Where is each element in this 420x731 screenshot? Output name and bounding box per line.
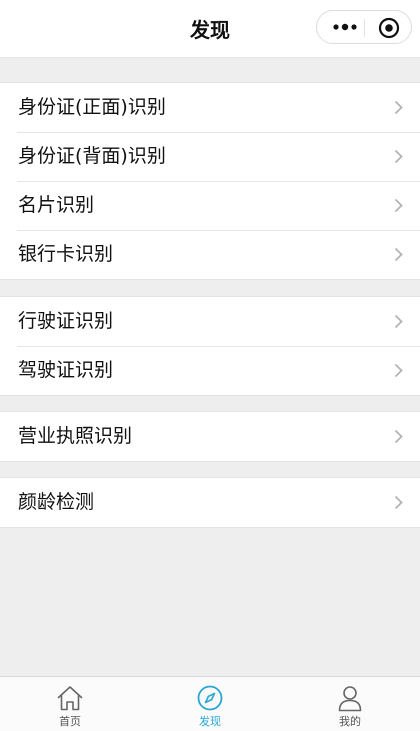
chevron-right-icon bbox=[394, 495, 403, 510]
user-icon bbox=[338, 686, 362, 712]
tab-discover[interactable]: 发现 bbox=[140, 677, 280, 731]
tab-profile[interactable]: 我的 bbox=[280, 677, 420, 731]
tab-label: 首页 bbox=[59, 715, 81, 728]
menu-group-business: 营业执照识别 bbox=[0, 411, 420, 462]
menu-item-business-license[interactable]: 营业执照识别 bbox=[0, 412, 420, 461]
tab-bar: 首页 发现 我的 bbox=[0, 676, 420, 731]
menu-group-licenses: 行驶证识别 驾驶证识别 bbox=[0, 296, 420, 396]
mini-program-capsule bbox=[316, 10, 412, 44]
tab-home[interactable]: 首页 bbox=[0, 677, 140, 731]
close-target-icon[interactable] bbox=[378, 17, 400, 39]
menu-item-face-age[interactable]: 颜龄检测 bbox=[0, 478, 420, 527]
more-icon[interactable] bbox=[333, 23, 357, 31]
chevron-right-icon bbox=[394, 198, 403, 213]
compass-icon bbox=[197, 685, 223, 711]
chevron-right-icon bbox=[394, 363, 403, 378]
menu-item-business-card[interactable]: 名片识别 bbox=[0, 181, 420, 230]
menu-item-id-card-back[interactable]: 身份证(背面)识别 bbox=[0, 132, 420, 181]
menu-item-id-card-front[interactable]: 身份证(正面)识别 bbox=[0, 83, 420, 132]
menu-item-label: 颜龄检测 bbox=[18, 491, 95, 513]
menu-item-driving-license[interactable]: 驾驶证识别 bbox=[0, 346, 420, 395]
chevron-right-icon bbox=[394, 149, 403, 164]
chevron-right-icon bbox=[394, 429, 403, 444]
capsule-divider bbox=[364, 19, 365, 37]
menu-item-bank-card[interactable]: 银行卡识别 bbox=[0, 230, 420, 279]
menu-item-label: 驾驶证识别 bbox=[18, 359, 114, 381]
chevron-right-icon bbox=[394, 247, 403, 262]
menu-group-face: 颜龄检测 bbox=[0, 477, 420, 528]
menu-item-label: 身份证(背面)识别 bbox=[18, 145, 166, 167]
menu-item-label: 营业执照识别 bbox=[18, 425, 133, 447]
chevron-right-icon bbox=[394, 100, 403, 115]
home-icon bbox=[57, 686, 83, 711]
menu-item-label: 身份证(正面)识别 bbox=[18, 96, 166, 118]
menu-item-label: 名片识别 bbox=[18, 194, 95, 216]
menu-item-vehicle-license[interactable]: 行驶证识别 bbox=[0, 297, 420, 346]
navigation-bar: 发现 bbox=[0, 0, 420, 58]
menu-item-label: 银行卡识别 bbox=[18, 243, 114, 265]
menu-group-id-cards: 身份证(正面)识别 身份证(背面)识别 名片识别 银行卡识别 bbox=[0, 82, 420, 280]
menu-item-label: 行驶证识别 bbox=[18, 310, 114, 332]
tab-label: 发现 bbox=[199, 715, 221, 728]
chevron-right-icon bbox=[394, 314, 403, 329]
tab-label: 我的 bbox=[339, 715, 361, 728]
